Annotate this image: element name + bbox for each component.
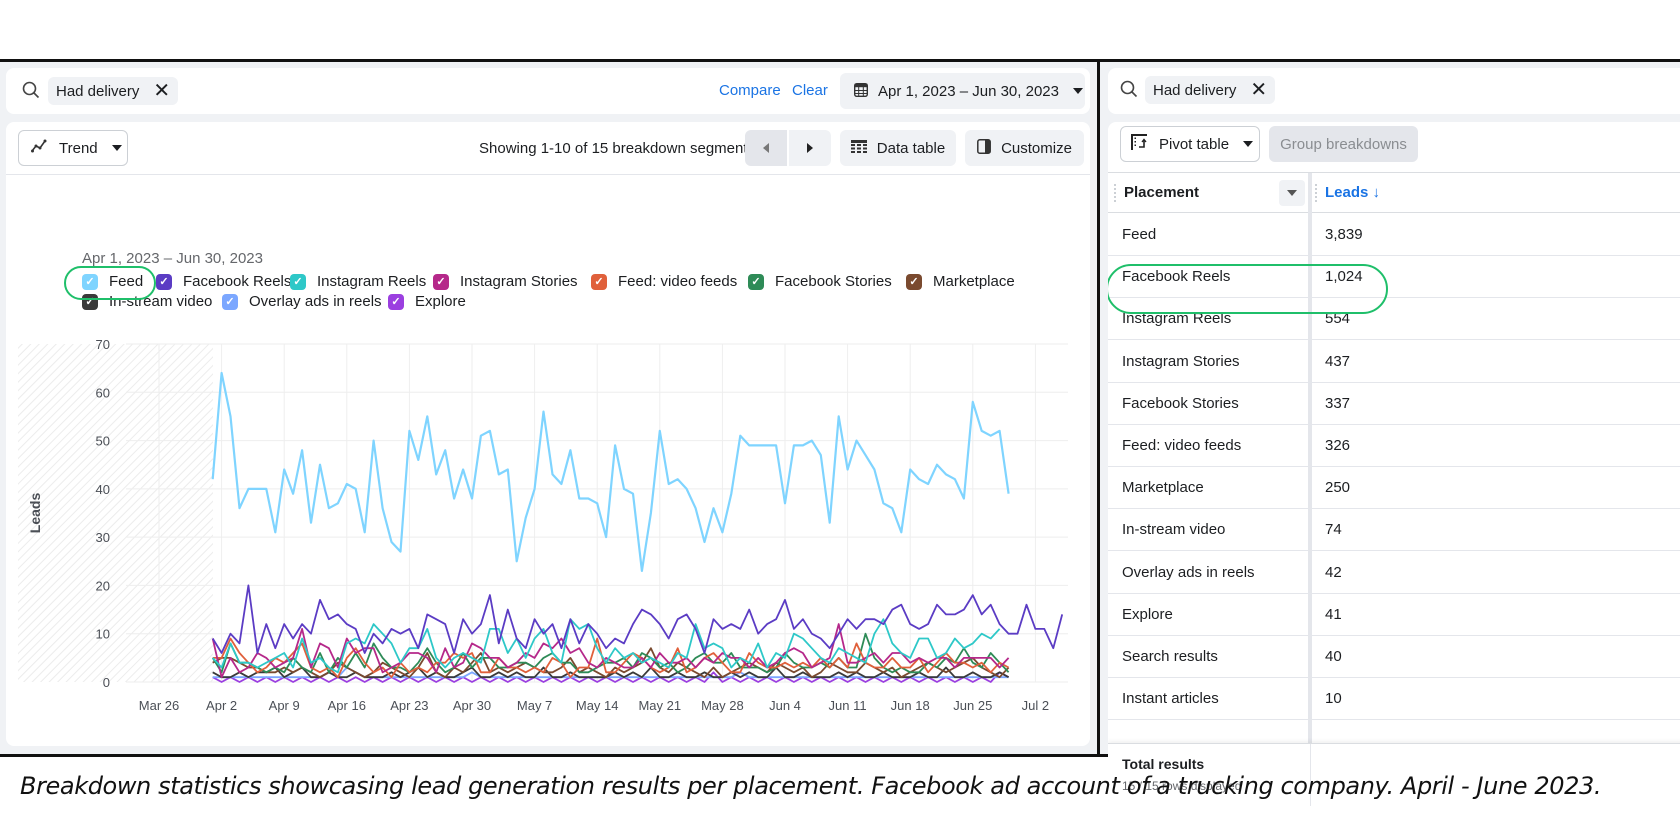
chart-card: Trend Showing 1-10 of 15 breakdown segme… [6, 122, 1090, 746]
leads-cell: 41 [1325, 605, 1342, 623]
leads-cell: 250 [1325, 479, 1351, 497]
leads-cell: 10 [1325, 690, 1342, 708]
drag-handle-icon[interactable] [1114, 184, 1116, 202]
leads-cell: 3,839 [1325, 226, 1363, 243]
table-row[interactable]: Overlay ads in reels 42 [1108, 552, 1680, 594]
y-tick-label: 40 [96, 482, 110, 497]
x-tick-label: Apr 30 [453, 698, 491, 713]
placement-cell: In-stream video [1122, 521, 1226, 539]
series-line-facebook-reels[interactable] [211, 584, 1064, 654]
table-row[interactable]: In-stream video 74 [1108, 509, 1680, 552]
x-tick-label: Jun 18 [891, 698, 930, 713]
filter-chip-label: Had delivery [1153, 81, 1237, 99]
left-panel: Had delivery ✕ Compare Clear Apr 1, 2023… [0, 62, 1097, 754]
table-row[interactable]: Feed: video feeds 326 [1108, 425, 1680, 467]
view-select-pivot[interactable]: Pivot table [1120, 126, 1260, 162]
table-header: Placement Leads ↓ [1108, 173, 1680, 213]
y-tick-label: 50 [96, 434, 110, 449]
x-tick-label: May 7 [517, 698, 552, 713]
caption: Breakdown statistics showcasing lead gen… [20, 772, 1602, 800]
drag-handle-icon[interactable] [1315, 184, 1317, 202]
y-axis-label: Leads [27, 493, 43, 534]
caret-down-icon [1287, 190, 1297, 196]
caret-down-icon [1072, 88, 1083, 94]
date-range-button[interactable]: Apr 1, 2023 – Jun 30, 2023 [840, 73, 1085, 109]
y-tick-label: 70 [96, 337, 110, 352]
placement-cell: Explore [1122, 605, 1173, 623]
placement-cell: Marketplace [1122, 479, 1204, 497]
x-tick-label: Jun 4 [769, 698, 801, 713]
x-tick-label: Apr 9 [269, 698, 300, 713]
close-icon[interactable]: ✕ [1250, 80, 1267, 100]
caret-down-icon[interactable] [1243, 141, 1254, 147]
view-select-label: Pivot table [1159, 135, 1230, 153]
placement-cell: Instagram Stories [1122, 352, 1240, 370]
x-tick-label: Apr 16 [328, 698, 366, 713]
series-line-feed[interactable] [211, 371, 1010, 572]
calendar-icon [853, 82, 869, 101]
x-tick-label: Apr 23 [390, 698, 428, 713]
x-tick-label: May 21 [638, 698, 681, 713]
total-label: Total results [1122, 756, 1205, 772]
placement-cell: Feed [1122, 226, 1157, 243]
placement-cell: Search results [1122, 648, 1218, 665]
placement-cell: Instant articles [1122, 690, 1219, 708]
highlight-ring [1108, 264, 1388, 314]
date-range-label: Apr 1, 2023 – Jun 30, 2023 [878, 82, 1059, 100]
table-row[interactable]: Search results 40 [1108, 636, 1680, 678]
leads-cell: 437 [1325, 352, 1351, 370]
filter-chip[interactable]: Had delivery ✕ [1145, 76, 1276, 104]
x-tick-label: Jun 11 [829, 698, 867, 713]
table-row[interactable]: Instagram Stories 437 [1108, 341, 1680, 383]
x-tick-label: May 28 [701, 698, 744, 713]
x-tick-label: Jun 25 [953, 698, 992, 713]
x-tick-label: Jul 2 [1022, 698, 1049, 713]
x-tick-label: Mar 26 [139, 698, 179, 713]
x-tick-label: May 14 [576, 698, 619, 713]
y-tick-label: 20 [96, 578, 110, 593]
table-row[interactable]: Marketplace 250 [1108, 467, 1680, 510]
y-tick-label: 60 [96, 385, 110, 400]
group-breakdowns-button[interactable]: Group breakdowns [1269, 126, 1418, 162]
right-panel: Had delivery ✕ Pivot table Group breakdo… [1100, 62, 1680, 806]
clear-link[interactable]: Clear [792, 82, 828, 99]
column-header-placement[interactable]: Placement [1124, 184, 1199, 201]
search-icon[interactable] [22, 81, 40, 104]
y-tick-label: 0 [103, 675, 110, 690]
leads-cell: 337 [1325, 394, 1351, 412]
table-row[interactable]: Explore 41 [1108, 594, 1680, 636]
leads-cell: 42 [1325, 563, 1342, 581]
search-icon[interactable] [1120, 80, 1138, 103]
pivot-icon [1131, 134, 1147, 154]
placement-cell: Facebook Stories [1122, 394, 1239, 412]
table-row[interactable]: Instant articles 10 [1108, 678, 1680, 721]
y-tick-label: 30 [96, 530, 110, 545]
table-row[interactable]: Feed 3,839 [1108, 214, 1680, 256]
filter-bar: Had delivery ✕ Compare Clear Apr 1, 2023… [6, 68, 1090, 114]
no-data-region [18, 344, 213, 682]
compare-link[interactable]: Compare [719, 82, 781, 99]
filter-chip[interactable]: Had delivery ✕ [48, 77, 179, 105]
column-menu-button[interactable] [1279, 180, 1305, 206]
leads-cell: 326 [1325, 437, 1351, 454]
filter-bar-right: Had delivery ✕ [1108, 68, 1680, 114]
close-icon[interactable]: ✕ [153, 81, 170, 101]
trend-chart: 0 10 20 30 40 50 60 70 Mar 26 Apr 2 Apr 9 Apr 16 Apr… [18, 337, 1068, 713]
placement-cell: Overlay ads in reels [1122, 563, 1255, 581]
column-header-leads[interactable]: Leads ↓ [1325, 184, 1380, 201]
x-tick-label: Apr 2 [206, 698, 237, 713]
table-row[interactable]: Facebook Stories 337 [1108, 383, 1680, 425]
placement-cell: Feed: video feeds [1122, 437, 1242, 454]
y-tick-label: 10 [96, 627, 110, 642]
leads-cell: 74 [1325, 521, 1342, 539]
pivot-card: Pivot table Group breakdowns Placement L… [1108, 122, 1680, 806]
filter-chip-label: Had delivery [56, 82, 140, 100]
leads-cell: 40 [1325, 648, 1342, 665]
